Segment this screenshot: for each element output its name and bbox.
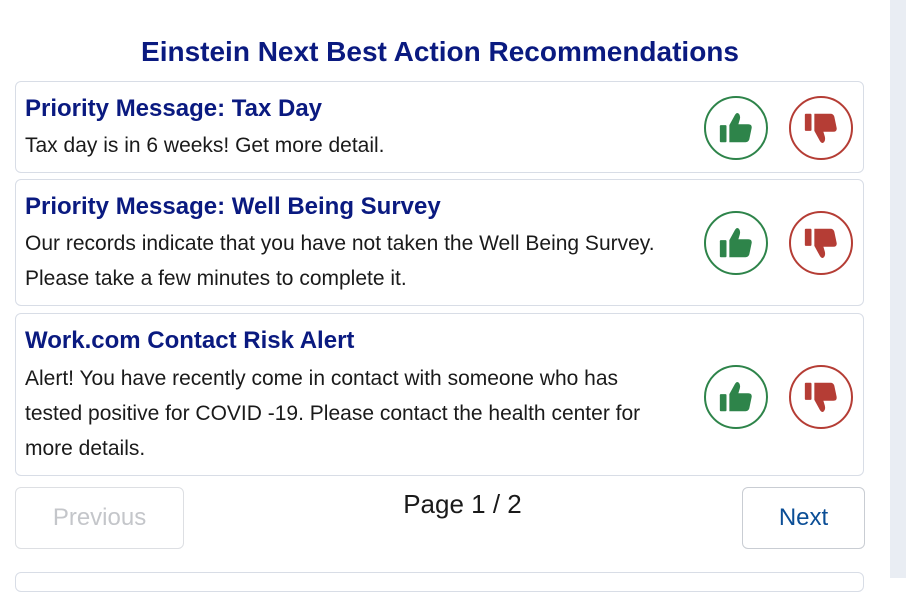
recommendation-title: Work.com Contact Risk Alert — [25, 327, 355, 354]
thumbs-down-icon — [804, 113, 837, 144]
reject-button[interactable] — [789, 211, 853, 275]
next-card-edge — [15, 572, 864, 592]
recommendation-card: Priority Message: Tax Day Tax day is in … — [15, 81, 864, 173]
recommendation-description: Tax day is in 6 weeks! Get more detail. — [25, 134, 385, 157]
reject-button[interactable] — [789, 96, 853, 160]
component-title: Einstein Next Best Action Recommendation… — [141, 36, 739, 67]
recommendation-title: Priority Message: Well Being Survey — [25, 193, 441, 220]
accept-button[interactable] — [704, 96, 768, 160]
thumbs-down-icon — [804, 382, 837, 413]
thumbs-up-icon — [719, 381, 752, 412]
recommendation-description: Our records indicate that you have not t… — [25, 232, 655, 290]
accept-button[interactable] — [704, 211, 768, 275]
recommendation-card: Priority Message: Well Being Survey Our … — [15, 179, 864, 306]
recommendation-card: Work.com Contact Risk Alert Alert! You h… — [15, 313, 864, 476]
thumbs-up-icon — [719, 227, 752, 258]
reject-button[interactable] — [789, 365, 853, 429]
recommendation-description: Alert! You have recently come in contact… — [25, 367, 641, 460]
thumbs-down-icon — [804, 228, 837, 259]
next-button[interactable]: Next — [742, 487, 865, 549]
accept-button[interactable] — [704, 365, 768, 429]
thumbs-up-icon — [719, 112, 752, 143]
recommendation-title: Priority Message: Tax Day — [25, 95, 323, 122]
